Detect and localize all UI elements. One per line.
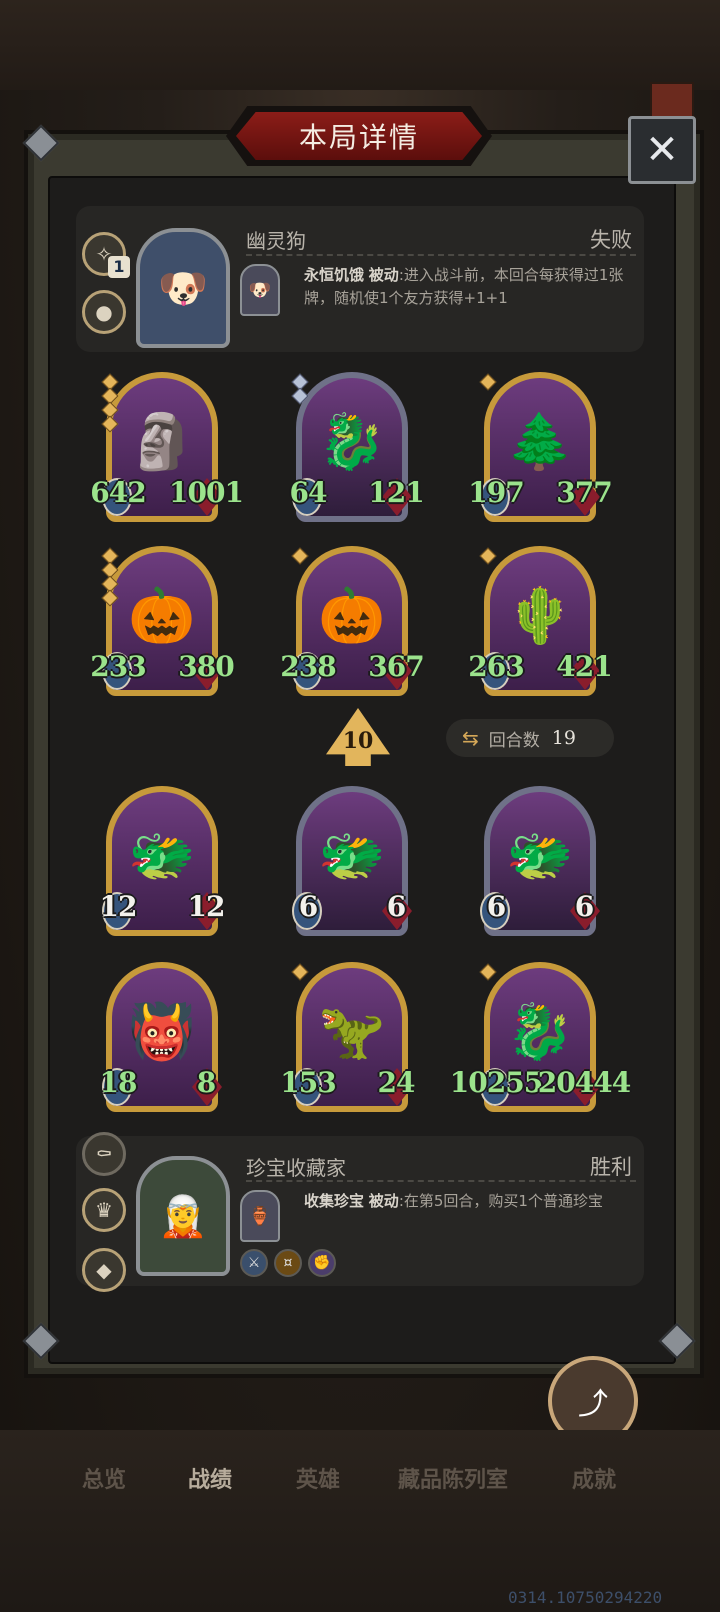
skill-name: 永恒饥饿 (304, 266, 365, 284)
minion-health: 6 (386, 890, 407, 923)
minion-attack: 12 (99, 890, 138, 923)
hero-skill-icon[interactable]: 🏺 (240, 1190, 280, 1242)
player-hero-portrait[interactable]: 🧝 (136, 1156, 230, 1276)
minion-attack: 6 (486, 890, 507, 923)
minion-health: 121 (368, 476, 424, 509)
turn-counter: ⇆ 回合数 19 (446, 719, 614, 757)
minion-health: 1001 (169, 476, 244, 509)
tavern-level: 10 (342, 728, 374, 754)
divider (246, 1180, 636, 1182)
fist-tag-icon[interactable]: ✊ (308, 1249, 336, 1277)
minion-attack: 238 (280, 650, 336, 683)
minion-attack: 10255 (449, 1066, 543, 1099)
minion-health: 367 (368, 650, 424, 683)
minion-health: 12 (187, 890, 226, 923)
tab-achievements[interactable]: 成就 (572, 1462, 616, 1494)
turns-value: 19 (551, 727, 576, 749)
tab-heroes[interactable]: 英雄 (296, 1462, 340, 1494)
idol-icon[interactable]: ♛ (82, 1188, 126, 1232)
player-name: 珍宝收藏家 (246, 1156, 346, 1180)
close-button[interactable]: ✕ (628, 116, 696, 184)
minion-art-icon: 🐲 (318, 824, 386, 887)
minion-health: 20444 (537, 1066, 631, 1099)
minion-attack: 197 (468, 476, 524, 509)
minion-attack: 18 (99, 1066, 138, 1099)
tab-overview[interactable]: 总览 (82, 1462, 126, 1494)
bottom-nav (0, 1430, 720, 1612)
minion-health: 24 (377, 1066, 416, 1099)
minion-health: 8 (196, 1066, 217, 1099)
minion-attack: 64 (289, 476, 328, 509)
minion-attack: 6 (298, 890, 319, 923)
trinket-count: 1 (108, 256, 130, 278)
coffin-icon[interactable]: ⚰ (82, 1132, 126, 1176)
player-skill-description: 收集珍宝 被动:在第5回合，购买1个普通珍宝 (304, 1190, 624, 1213)
gem-icon[interactable]: ◆ (82, 1248, 126, 1292)
opponent-hero-portrait[interactable]: 🐶 (136, 228, 230, 348)
skill-type: 被动 (368, 266, 399, 284)
minion-attack: 233 (90, 650, 146, 683)
opponent-result: 失败 (590, 228, 632, 252)
minion-health: 380 (178, 650, 234, 683)
opponent-name: 幽灵狗 (246, 229, 306, 253)
player-result: 胜利 (590, 1155, 632, 1179)
minion-art-icon: 🐲 (506, 824, 574, 887)
watermark: 0314.10750294220 (508, 1588, 663, 1607)
minion-attack: 642 (90, 476, 146, 509)
turns-label: 回合数 (488, 730, 540, 751)
skill-text: :在第5回合，购买1个普通珍宝 (398, 1192, 603, 1210)
minion-health: 421 (556, 650, 612, 683)
hero-skill-icon[interactable]: 🐶 (240, 264, 280, 316)
close-icon: ✕ (645, 127, 679, 173)
turns-icon: ⇆ (462, 726, 479, 750)
minion-attack: 263 (468, 650, 524, 683)
tab-record[interactable]: 战绩 (188, 1462, 232, 1494)
top-band (0, 0, 720, 90)
title-banner: 本局详情 (236, 112, 482, 160)
minion-health: 377 (556, 476, 612, 509)
coin-tag-icon[interactable]: ¤ (274, 1249, 302, 1277)
minion-attack: 153 (280, 1066, 336, 1099)
tab-collection[interactable]: 藏品陈列室 (398, 1462, 508, 1494)
share-icon: ⤴ (578, 1387, 608, 1422)
skill-type: 被动 (368, 1192, 399, 1210)
opponent-skill-description: 永恒饥饿 被动:进入战斗前，本回合每获得过1张牌，随机使1个友方获得+1+1 (304, 264, 624, 310)
sword-tag-icon[interactable]: ⚔ (240, 1249, 268, 1277)
page-title: 本局详情 (298, 121, 419, 154)
orb-icon[interactable]: ● (82, 290, 126, 334)
skill-name: 收集珍宝 (304, 1192, 365, 1210)
divider (246, 254, 636, 256)
minion-health: 6 (574, 890, 595, 923)
